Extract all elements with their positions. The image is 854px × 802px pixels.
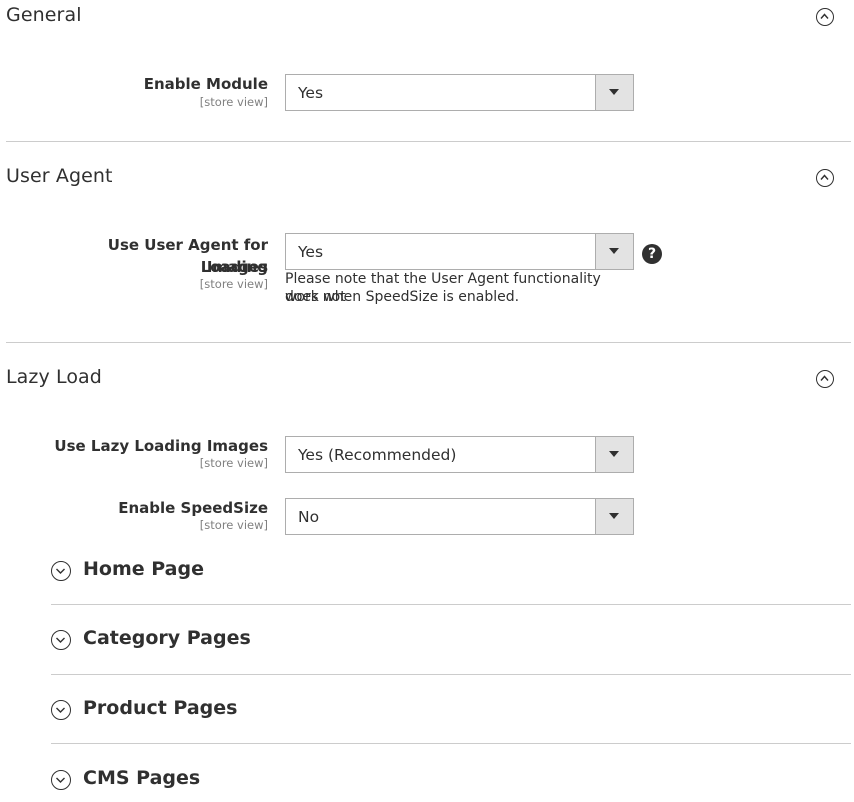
enable-speedsize-select[interactable]: No bbox=[285, 498, 634, 535]
field-label-enable-speedsize: Enable SpeedSize bbox=[118, 499, 268, 517]
caret-down-icon bbox=[595, 75, 633, 110]
field-label-enable-module: Enable Module bbox=[143, 75, 268, 93]
group-label: CMS Pages bbox=[83, 767, 201, 789]
group-label: Product Pages bbox=[83, 697, 238, 719]
select-value: Yes bbox=[298, 84, 324, 102]
section-title-lazy-load[interactable]: Lazy Load bbox=[6, 366, 102, 388]
use-lazy-loading-select[interactable]: Yes (Recommended) bbox=[285, 436, 634, 473]
chevron-up-circle-icon[interactable] bbox=[816, 8, 834, 26]
use-user-agent-select[interactable]: Yes bbox=[285, 233, 634, 270]
section-title-general[interactable]: General bbox=[6, 4, 82, 26]
scope-label: [store view] bbox=[199, 518, 268, 532]
enable-module-select[interactable]: Yes bbox=[285, 74, 634, 111]
chevron-down-circle-icon bbox=[51, 630, 71, 650]
group-divider bbox=[51, 743, 851, 744]
field-label-use-lazy-loading: Use Lazy Loading Images bbox=[54, 437, 268, 455]
scope-label: [store view] bbox=[199, 95, 268, 109]
scope-label: [store view] bbox=[199, 456, 268, 470]
group-label: Category Pages bbox=[83, 627, 251, 649]
chevron-up-circle-icon[interactable] bbox=[816, 169, 834, 187]
field-note-line2: work when SpeedSize is enabled. bbox=[285, 289, 520, 305]
select-value: No bbox=[298, 508, 320, 526]
caret-down-icon bbox=[595, 499, 633, 534]
field-label-use-user-agent-cont: Images bbox=[206, 258, 268, 276]
section-divider bbox=[6, 141, 851, 142]
chevron-up-circle-icon[interactable] bbox=[816, 370, 834, 388]
chevron-down-circle-icon bbox=[51, 561, 71, 581]
select-value: Yes (Recommended) bbox=[298, 446, 457, 464]
section-divider bbox=[6, 342, 851, 343]
chevron-down-circle-icon bbox=[51, 770, 71, 790]
question-circle-icon[interactable]: ? bbox=[642, 244, 662, 264]
group-label: Home Page bbox=[83, 558, 204, 580]
caret-down-icon bbox=[595, 234, 633, 269]
group-divider bbox=[51, 604, 851, 605]
chevron-down-circle-icon bbox=[51, 700, 71, 720]
group-divider bbox=[51, 674, 851, 675]
scope-label: [store view] bbox=[199, 277, 268, 291]
select-value: Yes bbox=[298, 243, 324, 261]
caret-down-icon bbox=[595, 437, 633, 472]
section-title-user-agent[interactable]: User Agent bbox=[6, 165, 113, 187]
